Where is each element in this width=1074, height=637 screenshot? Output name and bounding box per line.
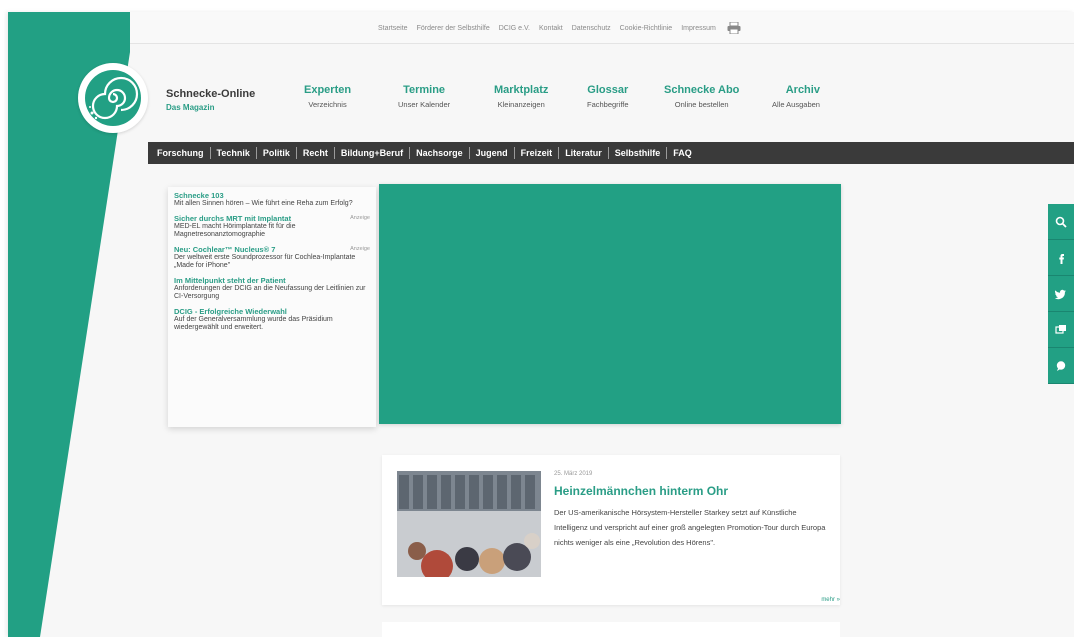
site-logo[interactable] — [78, 63, 148, 133]
snail-logo-icon — [85, 70, 141, 126]
comment-icon — [1056, 360, 1066, 371]
toplink-dcig[interactable]: DCIG e.V. — [499, 25, 530, 32]
cat-selbsthilfe[interactable]: Selbsthilfe — [615, 148, 661, 158]
facebook-button[interactable] — [1048, 240, 1074, 276]
divider — [295, 147, 297, 159]
toplink-impressum[interactable]: Impressum — [681, 25, 716, 32]
nav-archiv[interactable]: Archiv Alle Ausgaben — [772, 84, 820, 109]
nav-termine-title: Termine — [403, 84, 446, 96]
news-title: Schnecke 103 — [174, 191, 224, 200]
divider — [468, 147, 470, 159]
cat-recht[interactable]: Recht — [303, 148, 328, 158]
cat-technik[interactable]: Technik — [217, 148, 250, 158]
nav-experten-title: Experten — [304, 84, 352, 96]
news-item[interactable]: DCIG - Erfolgreiche Wiederwahl Auf der G… — [174, 307, 370, 332]
article-image[interactable] — [397, 471, 541, 577]
nav-abo-title: Schnecke Abo — [664, 84, 740, 96]
article-title[interactable]: Heinzelmännchen hinterm Ohr — [554, 484, 728, 498]
cat-literatur[interactable]: Literatur — [565, 148, 602, 158]
read-more-link[interactable]: mehr » — [821, 597, 840, 603]
search-icon — [1055, 216, 1067, 228]
article-card[interactable]: 25. März 2019 Heinzelmännchen hinterm Oh… — [382, 455, 840, 605]
nav-glossar-title: Glossar — [587, 84, 629, 96]
news-title: DCIG - Erfolgreiche Wiederwahl — [174, 307, 287, 316]
cat-jugend[interactable]: Jugend — [476, 148, 508, 158]
twitter-button[interactable] — [1048, 276, 1074, 312]
chat-icon — [1055, 324, 1066, 334]
social-sidebar — [1048, 204, 1074, 384]
toplink-foerderer[interactable]: Förderer der Selbsthilfe — [417, 25, 490, 32]
nav-marktplatz[interactable]: Marktplatz Kleinanzeigen — [494, 84, 548, 109]
toplink-datenschutz[interactable]: Datenschutz — [572, 25, 611, 32]
article-text: Der US-amerikanische Hörsystem-Herstelle… — [554, 508, 826, 547]
nav-termine-sub: Unser Kalender — [398, 100, 451, 109]
nav-experten[interactable]: Experten Verzeichnis — [304, 84, 351, 109]
nav-marktplatz-title: Marktplatz — [494, 84, 549, 96]
page-frame: Startseite Förderer der Selbsthilfe DCIG… — [8, 12, 1074, 637]
divider — [666, 147, 668, 159]
news-title: Im Mittelpunkt steht der Patient — [174, 276, 286, 285]
cat-faq[interactable]: FAQ — [673, 148, 692, 158]
ad-label: Anzeige — [350, 246, 370, 252]
top-utility-bar: Startseite Förderer der Selbsthilfe DCIG… — [130, 12, 1074, 44]
comment-button[interactable] — [1048, 348, 1074, 384]
divider — [255, 147, 257, 159]
cat-bildung-beruf[interactable]: Bildung+Beruf — [341, 148, 403, 158]
nav-schnecke-abo[interactable]: Schnecke Abo Online bestellen — [664, 84, 739, 109]
news-item[interactable]: Schnecke 103 Mit allen Sinnen hören – Wi… — [174, 191, 370, 208]
cat-forschung[interactable]: Forschung — [157, 148, 204, 158]
toplink-cookie[interactable]: Cookie-Richtlinie — [620, 25, 673, 32]
print-icon[interactable] — [727, 22, 741, 34]
nav-experten-sub: Verzeichnis — [308, 100, 347, 109]
toplink-startseite[interactable]: Startseite — [378, 25, 408, 32]
news-item[interactable]: Anzeige Neu: Cochlear™ Nucleus® 7 Der we… — [174, 245, 370, 270]
cat-freizeit[interactable]: Freizeit — [521, 148, 553, 158]
news-text: MED-EL macht Hörimplantate fit für die M… — [174, 223, 296, 238]
article-date: 25. März 2019 — [554, 471, 593, 477]
news-text: Der weltweit erste Soundprozessor für Co… — [174, 254, 356, 269]
nav-marktplatz-sub: Kleinanzeigen — [497, 100, 545, 109]
news-title: Sicher durchs MRT mit Implantat — [174, 214, 292, 223]
divider — [409, 147, 411, 159]
news-text: Auf der Generalversammlung wurde das Prä… — [174, 316, 333, 331]
hero-slider[interactable] — [379, 184, 841, 424]
twitter-icon — [1055, 289, 1066, 299]
divider — [333, 147, 335, 159]
nav-archiv-sub: Alle Ausgaben — [772, 100, 820, 109]
nav-abo-sub: Online bestellen — [674, 100, 729, 109]
nav-termine[interactable]: Termine Unser Kalender — [398, 84, 450, 109]
news-title: Neu: Cochlear™ Nucleus® 7 — [174, 245, 276, 254]
ad-label: Anzeige — [350, 215, 370, 221]
cat-politik[interactable]: Politik — [263, 148, 290, 158]
facebook-icon — [1059, 253, 1064, 264]
nav-archiv-title: Archiv — [785, 84, 820, 96]
nav-glossar[interactable]: Glossar Fachbegriffe — [587, 84, 629, 109]
news-teaser-box: Schnecke 103 Mit allen Sinnen hören – Wi… — [168, 187, 376, 427]
main-navigation: Experten Verzeichnis Termine Unser Kalen… — [298, 84, 838, 124]
divider — [558, 147, 560, 159]
news-text: Mit allen Sinnen hören – Wie führt eine … — [174, 200, 353, 207]
cat-nachsorge[interactable]: Nachsorge — [416, 148, 463, 158]
search-button[interactable] — [1048, 204, 1074, 240]
chat-button[interactable] — [1048, 312, 1074, 348]
news-item[interactable]: Im Mittelpunkt steht der Patient Anforde… — [174, 276, 370, 301]
news-text: Anforderungen der DCIG an die Neufassung… — [174, 285, 366, 300]
divider — [607, 147, 609, 159]
brand-subtitle: Das Magazin — [166, 103, 215, 112]
news-item[interactable]: Anzeige Sicher durchs MRT mit Implantat … — [174, 214, 370, 239]
brand-title[interactable]: Schnecke-Online — [166, 88, 255, 100]
category-bar: Forschung Technik Politik Recht Bildung+… — [148, 142, 1074, 164]
article-card[interactable] — [382, 622, 840, 637]
nav-glossar-sub: Fachbegriffe — [587, 100, 629, 109]
toplink-kontakt[interactable]: Kontakt — [539, 25, 563, 32]
divider — [513, 147, 515, 159]
divider — [209, 147, 211, 159]
